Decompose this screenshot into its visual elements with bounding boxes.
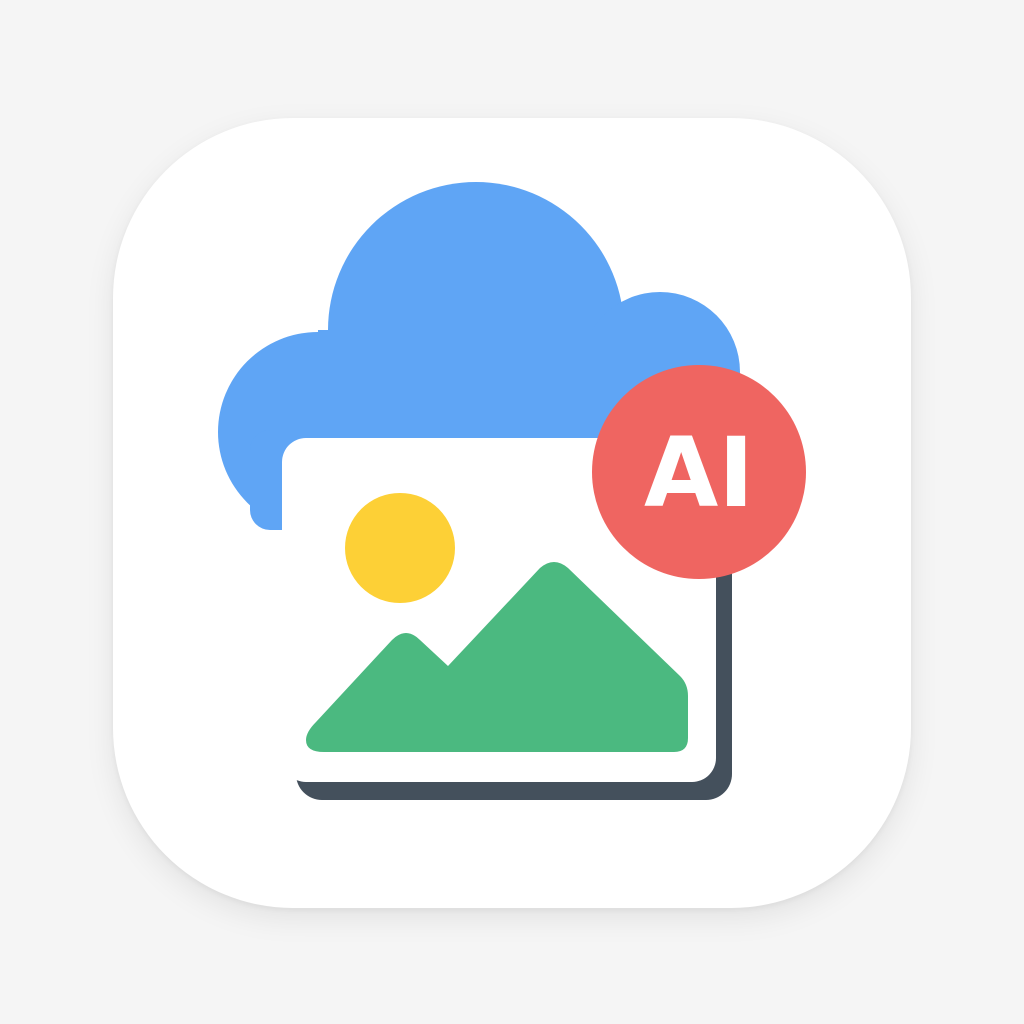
ai-badge-label: AI — [644, 417, 754, 529]
ai-badge-icon: AI — [592, 365, 806, 579]
sun-icon — [345, 493, 455, 603]
app-icon-glyph: AI — [218, 182, 806, 800]
app-icon-stage: AI — [0, 0, 1024, 1024]
